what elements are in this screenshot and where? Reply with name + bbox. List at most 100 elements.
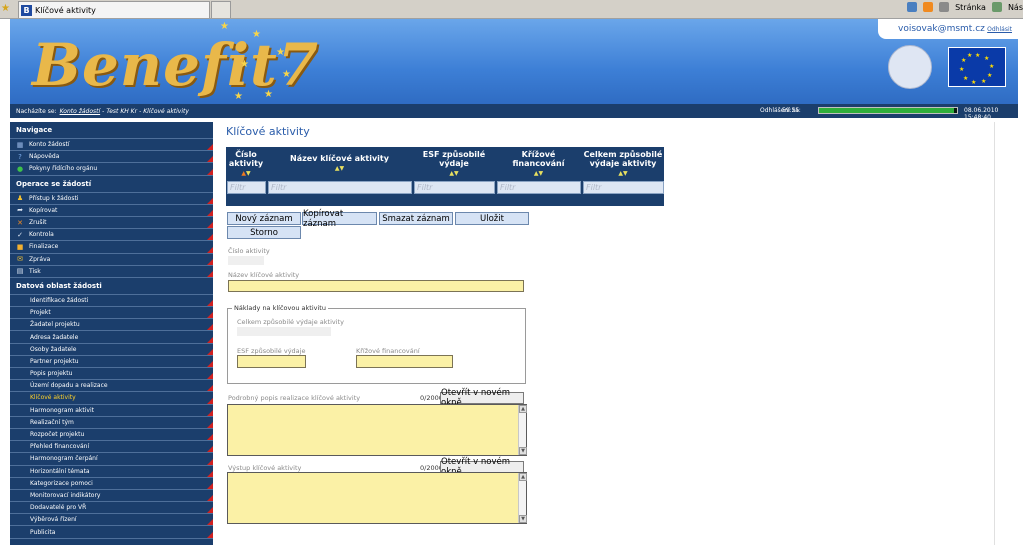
home-icon[interactable] <box>907 2 918 12</box>
sort-arrows-icon[interactable]: ▲▼ <box>618 169 627 178</box>
required-marker-icon <box>207 446 213 453</box>
description-textarea[interactable]: ▲ ▼ <box>227 404 527 456</box>
sidebar-item[interactable]: ✓ Kontrola <box>10 229 213 242</box>
sidebar-item[interactable]: ➦ Kopírovat <box>10 205 213 217</box>
sidebar-item[interactable]: Rozpočet projektu <box>10 429 213 442</box>
output-scrollbar[interactable]: ▲ ▼ <box>518 473 527 523</box>
sidebar-item[interactable]: Osoby žadatele <box>10 344 213 356</box>
browser-tools: Stránka Nás <box>907 2 1023 12</box>
breadcrumb-konto[interactable]: Konto žádostí <box>60 108 101 115</box>
sidebar-item[interactable]: Harmonogram aktivit <box>10 405 213 417</box>
print-icon[interactable] <box>939 2 950 12</box>
sidebar-item-label: Finalizace <box>29 243 59 251</box>
sort-arrows-icon[interactable]: ▲▼ <box>335 164 344 173</box>
sidebar-item[interactable]: ● Pokyny řídícího orgánu <box>10 163 213 176</box>
sidebar-item[interactable]: Harmonogram čerpání <box>10 453 213 466</box>
required-marker-icon <box>207 470 213 477</box>
sidebar-item[interactable]: Publicita <box>10 526 213 539</box>
grid-column-header[interactable]: Celkem způsobilé výdaje aktivity ▲▼ <box>582 147 664 180</box>
output-textarea[interactable]: ▲ ▼ <box>227 472 527 524</box>
tools-gear-icon[interactable] <box>991 2 1002 12</box>
breadcrumb-request: Test KH Kr <box>106 107 138 115</box>
sidebar-item[interactable]: ▤ Tisk <box>10 266 213 278</box>
cancel-button[interactable]: Storno <box>227 226 301 239</box>
copy-record-button[interactable]: Kopírovat záznam <box>302 209 377 229</box>
users-icon: ♟ <box>16 194 24 203</box>
sidebar-item[interactable]: ? Nápověda <box>10 151 213 164</box>
new-tab-button[interactable] <box>211 1 231 18</box>
cross-financing-input[interactable] <box>356 355 453 368</box>
ministry-logo <box>888 45 932 89</box>
save-button[interactable]: Uložit <box>455 212 529 225</box>
sidebar-item[interactable]: Projekt <box>10 307 213 320</box>
grid-column-header[interactable]: Název klíčové aktivity ▲▼ <box>267 147 412 180</box>
table-icon: ▦ <box>16 140 24 149</box>
sidebar-item[interactable]: ■ Finalizace <box>10 241 213 254</box>
sidebar-item-label: Identifikace žádosti <box>30 296 89 304</box>
browser-tab[interactable]: B Klíčové aktivity <box>18 1 210 18</box>
sidebar-item[interactable]: ✕ Zrušit <box>10 217 213 230</box>
sidebar-item[interactable]: Žadatel projektu <box>10 319 213 332</box>
column-label: ESF způsobilé výdaje <box>422 149 486 168</box>
sort-arrows-icon[interactable]: ▲▼ <box>534 169 543 178</box>
column-label: Číslo aktivity <box>228 149 264 168</box>
activity-number-label: Číslo aktivity <box>228 247 270 255</box>
sidebar-item[interactable]: Horizontální témata <box>10 466 213 478</box>
delete-record-button[interactable]: Smazat záznam <box>379 212 453 225</box>
required-marker-icon <box>207 300 213 307</box>
sidebar-item[interactable]: Adresa žadatele <box>10 331 213 344</box>
costs-legend: Náklady na klíčovou aktivitu <box>232 304 328 312</box>
sidebar-item[interactable]: Přehled financování <box>10 441 213 454</box>
grid-column-header[interactable]: Číslo aktivity ▲▼ <box>226 147 266 180</box>
favorites-star-icon[interactable]: ★ <box>1 3 10 14</box>
description-scrollbar[interactable]: ▲ ▼ <box>518 405 527 455</box>
sidebar-item[interactable]: ♟ Přístup k žádosti <box>10 193 213 205</box>
required-marker-icon <box>207 409 213 416</box>
browser-toolbar: ★ B Klíčové aktivity Stránka Nás <box>0 0 1023 19</box>
description-open-window-button[interactable]: Otevřít v novém okně <box>440 388 524 408</box>
esf-costs-input[interactable] <box>237 355 306 368</box>
sidebar-item-label: Konto žádostí <box>29 141 70 149</box>
sidebar-item[interactable]: Kategorizace pomoci <box>10 478 213 490</box>
tab-title: Klíčové aktivity <box>35 5 96 15</box>
new-record-button[interactable]: Nový záznam <box>227 212 301 225</box>
sidebar-item[interactable]: Klíčové aktivity <box>10 392 213 405</box>
tools-menu[interactable]: Nás <box>1008 3 1023 12</box>
sidebar-item[interactable]: Výběrová řízení <box>10 514 213 527</box>
required-marker-icon <box>207 397 213 404</box>
sort-arrows-icon[interactable]: ▲▼ <box>241 169 250 178</box>
sidebar-item[interactable]: ▦ Konto žádostí <box>10 139 213 152</box>
sidebar-item-label: Horizontální témata <box>30 467 90 475</box>
required-marker-icon <box>207 373 213 380</box>
grid-column-header[interactable]: ESF způsobilé výdaje ▲▼ <box>413 147 495 180</box>
sidebar-item[interactable]: Identifikace žádosti <box>10 295 213 308</box>
logout-link[interactable]: Odhlásit <box>987 26 1012 33</box>
grid-filter-input[interactable]: Filtr <box>583 181 664 194</box>
required-marker-icon <box>207 246 213 253</box>
sidebar-item[interactable]: Popis projektu <box>10 368 213 381</box>
sidebar-item-label: Kategorizace pomoci <box>30 479 93 487</box>
sidebar-item-label: Harmonogram čerpání <box>30 455 98 463</box>
activity-name-input[interactable] <box>228 280 524 292</box>
sidebar-item[interactable]: Partner projektu <box>10 356 213 368</box>
sidebar-item[interactable]: Dodavatelé pro VŘ <box>10 502 213 515</box>
user-box: voisovak@msmt.cz Odhlásit <box>878 19 1018 39</box>
sidebar-item-label: Nápověda <box>29 153 60 161</box>
sidebar-item[interactable]: Území dopadu a realizace <box>10 380 213 393</box>
sidebar-item[interactable]: ✉ Zpráva <box>10 254 213 266</box>
feeds-icon[interactable] <box>923 2 934 12</box>
required-marker-icon <box>207 361 213 367</box>
grid-filter-input[interactable]: Filtr <box>268 181 412 194</box>
sidebar-item[interactable]: Realizační tým <box>10 417 213 429</box>
grid-filter-input[interactable]: Filtr <box>414 181 495 194</box>
grid-filter-input[interactable]: Filtr <box>227 181 266 194</box>
lock-icon: ■ <box>16 242 24 251</box>
sidebar-item[interactable]: Monitorovací indikátory <box>10 490 213 503</box>
page-menu[interactable]: Stránka <box>955 3 986 12</box>
sort-arrows-icon[interactable]: ▲▼ <box>449 169 458 178</box>
sidebar-item-label: Monitorovací indikátory <box>30 491 101 499</box>
grid-column-header[interactable]: Křížové financování ▲▼ <box>496 147 581 180</box>
logout-timer: 59:55 <box>782 107 800 114</box>
required-marker-icon <box>207 531 213 538</box>
grid-filter-input[interactable]: Filtr <box>497 181 581 194</box>
